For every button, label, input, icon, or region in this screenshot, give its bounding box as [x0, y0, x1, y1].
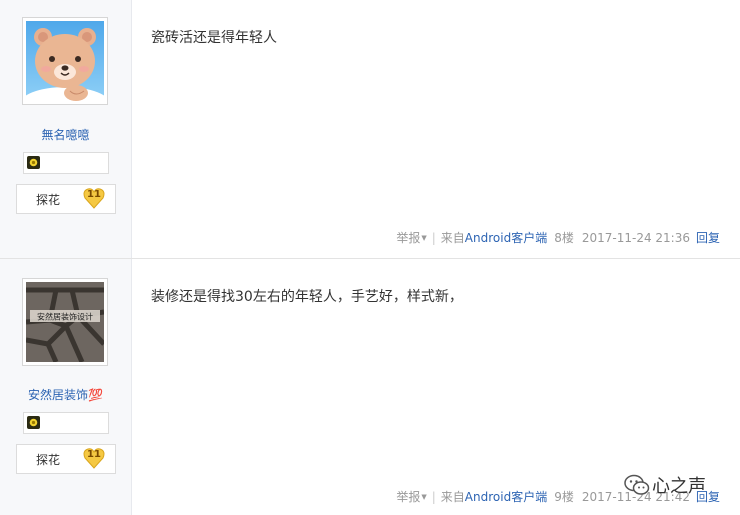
level-bar [23, 152, 109, 174]
report-button[interactable]: 举报 [396, 490, 420, 504]
level-badge-icon [27, 156, 40, 169]
client-link[interactable]: Android客户端 [465, 490, 547, 504]
dropdown-triangle-icon[interactable]: ▼ [421, 493, 426, 501]
rank-label: 探花 [36, 453, 61, 467]
from-label: 来自 [440, 490, 465, 504]
post-content: 装修还是得找30左右的年轻人，手艺好，样式新， [151, 289, 463, 305]
avatar[interactable]: 安然居装饰设计 [22, 278, 108, 366]
from-label: 来自 [440, 231, 465, 245]
post-time: 2017-11-24 21:36 [581, 230, 690, 245]
rank-count: 11 [87, 449, 101, 460]
rank-label: 探花 [36, 193, 61, 207]
bear-avatar-image [26, 21, 104, 101]
level-badge-icon [27, 416, 40, 429]
wechat-icon [624, 474, 650, 495]
client-link[interactable]: Android客户端 [465, 231, 547, 245]
level-bar [23, 412, 109, 434]
reply-button[interactable]: 回复 [696, 231, 720, 245]
username-link[interactable]: 無名噫噫 [0, 126, 131, 143]
author-panel: 安然居装饰设计 安然居装饰💯 探花 11 [0, 259, 132, 515]
floor-number: 8楼 [554, 231, 574, 245]
divider: | [431, 230, 436, 245]
rank-count: 11 [87, 189, 101, 200]
divider: | [431, 489, 436, 504]
dropdown-triangle-icon[interactable]: ▼ [421, 234, 426, 242]
post-tail: 举报▼ | 来自Android客户端 8楼 2017-11-24 21:36 回复 [396, 229, 720, 246]
avatar[interactable] [22, 17, 108, 105]
username-link[interactable]: 安然居装饰💯 [0, 386, 131, 403]
avatar-caption: 安然居装饰设计 [37, 312, 93, 322]
post-content: 瓷砖活还是得年轻人 [151, 30, 277, 46]
company-avatar-image: 安然居装饰设计 [26, 282, 104, 362]
floor-number: 9楼 [554, 490, 574, 504]
watermark-text: 心之声 [652, 476, 706, 497]
report-button[interactable]: 举报 [396, 231, 420, 245]
rank-badge[interactable]: 探花 11 [16, 444, 116, 474]
rank-badge[interactable]: 探花 11 [16, 184, 116, 214]
author-panel: 無名噫噫 探花 11 [0, 0, 132, 258]
post-floor-8: 無名噫噫 探花 11 瓷砖活还是得年轻人 举报▼ | 来自Android客户端 8楼 2… [0, 0, 740, 258]
